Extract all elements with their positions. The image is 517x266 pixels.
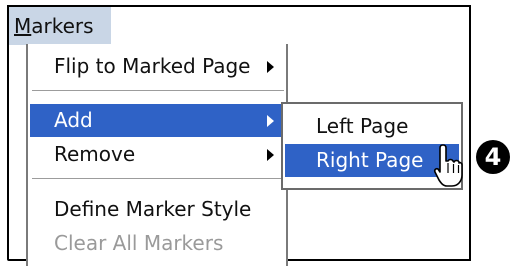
menu-markers-mnemonic: M: [14, 14, 32, 38]
menu-item-remove-label: Remove: [54, 142, 136, 166]
submenu-item-left-page[interactable]: Left Page: [285, 110, 459, 143]
submenu-item-left-page-label: Left Page: [316, 114, 409, 138]
menu-item-clear-label: Clear All Markers: [54, 231, 224, 255]
hand-pointer-cursor-icon: [433, 144, 463, 187]
submenu-arrow-icon: [267, 61, 274, 73]
submenu-item-right-page-label: Right Page: [316, 148, 424, 172]
submenu-arrow-icon: [267, 115, 274, 127]
menu-item-flip-to-marked-page[interactable]: Flip to Marked Page: [30, 50, 286, 83]
menu-item-define-marker-style[interactable]: Define Marker Style: [30, 193, 286, 226]
menu-separator: [32, 178, 284, 180]
menu-item-flip-label: Flip to Marked Page: [54, 54, 251, 78]
menu-item-define-label: Define Marker Style: [54, 197, 252, 221]
markers-dropdown-menu: Flip to Marked Page Add Remove Define Ma…: [26, 44, 288, 266]
menu-item-add-label: Add: [54, 108, 93, 132]
menu-item-remove[interactable]: Remove: [30, 138, 286, 171]
menu-item-add[interactable]: Add: [30, 104, 286, 137]
menu-markers-label: arkers: [31, 14, 94, 38]
callout-number-badge: 4: [476, 140, 510, 174]
menu-item-clear-all-markers: Clear All Markers: [30, 227, 286, 260]
screenshot-stage: Markers Flip to Marked Page Add Remove D…: [0, 0, 517, 266]
menu-separator: [32, 90, 284, 92]
submenu-arrow-icon: [267, 149, 274, 161]
menu-markers[interactable]: Markers: [9, 7, 111, 45]
